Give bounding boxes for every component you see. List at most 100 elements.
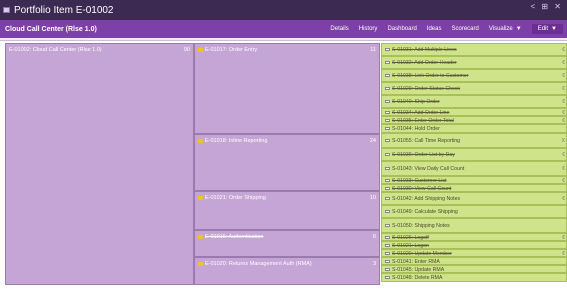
story-label-text: S-01043: View Daily Call Count (392, 166, 465, 172)
story-card[interactable]: S-01031: Add Multiple Lines € (381, 43, 567, 56)
story-card[interactable]: S-01038: Link Order to Customer € (381, 69, 567, 82)
story-label-text: S-01040: Ship Order (392, 99, 440, 105)
flag-icon (198, 261, 203, 266)
story-icon (385, 111, 390, 115)
story-card[interactable]: S-01029: Order Status Check € (381, 82, 567, 95)
story-label: S-01055: Call Time Reporting (385, 138, 460, 144)
story-icon (385, 61, 390, 65)
menu-scorecard[interactable]: Scorecard (451, 26, 478, 32)
chevron-down-icon: ▼ (515, 26, 522, 32)
story-label-text: S-01049: Calculate Shipping (392, 209, 458, 215)
story-card[interactable]: S-01021: Logon (381, 241, 567, 249)
feature-card[interactable]: E-01021: Order Shipping 10 (194, 191, 380, 230)
story-icon (385, 260, 390, 264)
story-label: S-01029: Order Status Check (385, 86, 460, 92)
story-icon (385, 153, 390, 157)
story-label-text: S-01050: Shipping Notes (392, 223, 450, 229)
story-label: S-01040: Ship Order (385, 99, 440, 105)
feature-card[interactable]: E-01018: Inline Reporting 24 (194, 134, 380, 191)
header-menu: Details History Dashboard Ideas Scorecar… (320, 20, 563, 38)
feature-label: E-01021: Order Shipping (198, 195, 266, 201)
story-card[interactable]: S-01043: View Daily Call Count € (381, 161, 567, 176)
story-edge-marker: € (562, 47, 565, 53)
story-icon (385, 224, 390, 228)
story-card[interactable]: S-01033: Customer List € (381, 176, 567, 184)
story-card[interactable]: S-01042: Add Shipping Notes € (381, 192, 567, 205)
story-edge-marker: € (562, 60, 565, 66)
story-card[interactable]: S-01036: Order List by Day € (381, 148, 567, 161)
story-icon (385, 179, 390, 183)
story-label-text: S-01042: Add Shipping Notes (392, 196, 461, 202)
feature-label-text: E-01015: Authentication (205, 234, 264, 240)
story-card[interactable]: S-01040: Ship Order € (381, 95, 567, 108)
feature-label: E-01020: Returns Management Auth (RMA) (198, 261, 312, 267)
story-card[interactable]: S-01045: Update RMA (381, 265, 567, 273)
menu-visualize[interactable]: Visualize ▼ (489, 26, 522, 32)
story-label-text: S-01029: Order Status Check (392, 86, 461, 92)
flag-icon (198, 234, 203, 239)
window-title: Portfolio Item E-01002 (14, 4, 114, 16)
story-label-text: S-01044: Hold Order (392, 126, 440, 132)
edit-button[interactable]: Edit ▼ (531, 24, 563, 34)
story-card[interactable]: S-01032: Add Order Header € (381, 56, 567, 69)
story-label: S-01044: Hold Order (385, 126, 440, 132)
story-card[interactable]: S-01035: Enter Order Total € (381, 116, 567, 124)
menu-dashboard[interactable]: Dashboard (387, 26, 416, 32)
story-edge-marker: € (562, 73, 565, 79)
menu-history[interactable]: History (359, 26, 378, 32)
story-icon (385, 87, 390, 91)
story-edge-marker: € (562, 99, 565, 105)
story-card[interactable]: S-01049: Calculate Shipping (381, 205, 567, 218)
window-titlebar: Portfolio Item E-01002 < ⊞ ✕ (0, 0, 567, 20)
feature-count: 3 (372, 261, 376, 267)
portfolio-icon (3, 7, 10, 13)
story-edge-marker: € (562, 166, 565, 172)
story-card[interactable]: S-01050: Shipping Notes (381, 218, 567, 233)
feature-label-text: E-01018: Inline Reporting (205, 138, 268, 144)
story-card[interactable]: S-01030: View Call Count (381, 184, 567, 192)
story-card[interactable]: S-01044: Hold Order (381, 124, 567, 133)
feature-count: 6 (372, 234, 376, 240)
story-edge-marker: € (562, 196, 565, 202)
feature-card[interactable]: E-01020: Returns Management Auth (RMA) 3 (194, 257, 380, 285)
feature-label-text: E-01020: Returns Management Auth (RMA) (205, 261, 312, 267)
story-card[interactable]: S-01048: Delete RMA (381, 273, 567, 282)
story-label: S-01050: Shipping Notes (385, 223, 450, 229)
story-label-text: S-01038: Link Order to Customer (392, 73, 469, 79)
story-card[interactable]: S-01034: Add Order Line € (381, 108, 567, 116)
story-icon (385, 167, 390, 171)
menu-details[interactable]: Details (330, 26, 348, 32)
story-icon (385, 119, 390, 123)
story-card[interactable]: S-01020: Update Member € (381, 249, 567, 257)
feature-label: E-01015: Authentication (198, 234, 263, 240)
edit-label: Edit (537, 26, 549, 32)
flag-icon (198, 138, 203, 143)
story-card[interactable]: S-01055: Call Time Reporting X (381, 133, 567, 148)
epic-card[interactable]: E-01002: Cloud Call Center (Rlse 1.0) 90 (5, 43, 194, 285)
story-icon (385, 276, 390, 280)
feature-count: 10 (369, 195, 376, 201)
story-edge-marker: € (562, 152, 565, 158)
story-icon (385, 48, 390, 52)
story-card[interactable]: S-01026: Logoff € (381, 233, 567, 241)
story-icon (385, 187, 390, 191)
feature-count: 24 (369, 138, 376, 144)
window-controls[interactable]: < ⊞ ✕ (530, 2, 563, 11)
feature-label-text: E-01017: Order Entry (205, 47, 258, 53)
story-label: S-01048: Delete RMA (385, 275, 442, 281)
epic-count: 90 (183, 47, 190, 53)
story-icon (385, 127, 390, 131)
menu-ideas[interactable]: Ideas (427, 26, 442, 32)
story-label: S-01038: Link Order to Customer (385, 73, 468, 79)
story-icon (385, 236, 390, 240)
epic-label: E-01002: Cloud Call Center (Rlse 1.0) (9, 47, 102, 53)
story-label: S-01042: Add Shipping Notes (385, 196, 460, 202)
flag-icon (198, 47, 203, 52)
feature-card[interactable]: E-01015: Authentication 6 (194, 230, 380, 257)
story-card[interactable]: S-01041: Enter RMA (381, 257, 567, 265)
feature-label: E-01017: Order Entry (198, 47, 257, 53)
story-label: S-01049: Calculate Shipping (385, 209, 458, 215)
story-label-text: S-01036: Order List by Day (392, 152, 455, 158)
story-label-text: S-01032: Add Order Header (392, 60, 457, 66)
feature-card[interactable]: E-01017: Order Entry 11 (194, 43, 380, 134)
